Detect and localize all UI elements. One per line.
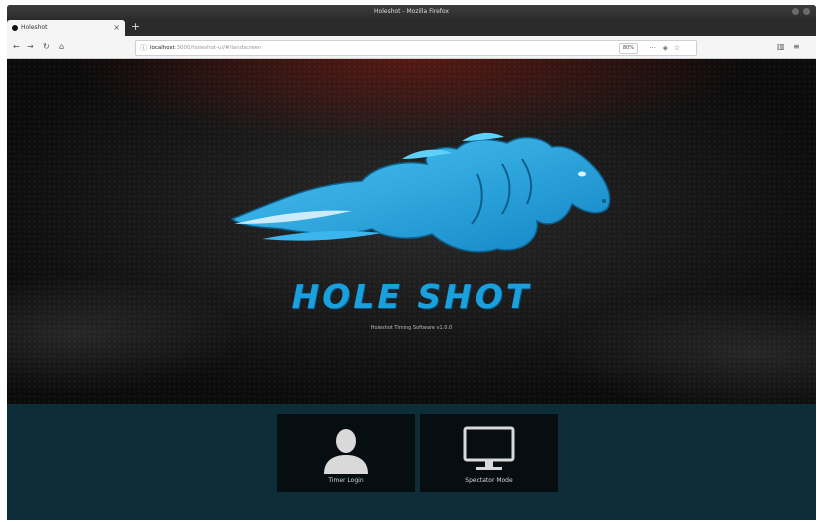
user-silhouette-icon: [324, 429, 368, 474]
site-info-icon[interactable]: ⓘ: [140, 41, 147, 55]
tab-title: Holeshot: [21, 24, 48, 31]
page-content: HOLE SHOT Holeshot Timing Software v1.0.…: [7, 59, 816, 520]
url-path: :3000/holeshot-ui/#/landscreen: [174, 45, 262, 51]
brand-title: HOLE SHOT: [291, 277, 532, 316]
spectator-mode-label: Spectator Mode: [465, 477, 513, 484]
tab-close-icon[interactable]: ×: [113, 20, 120, 36]
brand-subtitle: Holeshot Timing Software v1.0.0: [370, 325, 453, 331]
monitor-icon: [463, 426, 515, 470]
minimize-icon[interactable]: [792, 8, 799, 15]
reload-icon[interactable]: ↻: [43, 41, 50, 53]
timer-login-button[interactable]: Timer Login: [277, 414, 415, 492]
tab-holeshot[interactable]: Holeshot ×: [7, 20, 125, 36]
forward-icon[interactable]: →: [27, 41, 34, 53]
window-titlebar: Holeshot - Mozilla Firefox: [7, 5, 816, 18]
close-window-icon[interactable]: [803, 8, 810, 15]
spectator-mode-button[interactable]: Spectator Mode: [420, 414, 558, 492]
timer-login-label: Timer Login: [328, 477, 364, 484]
mode-selection-panel: Timer Login Spectator Mode: [7, 404, 816, 520]
url-bar[interactable]: ⓘ localhost:3000/holeshot-ui/#/landscree…: [135, 40, 697, 56]
browser-window: Holeshot - Mozilla Firefox Holeshot × + …: [7, 5, 816, 520]
navigation-bar: ← → ↻ ⌂ ⓘ localhost:3000/holeshot-ui/#/l…: [7, 36, 816, 59]
favicon-icon: [12, 25, 18, 31]
hero-banner: HOLE SHOT Holeshot Timing Software v1.0.…: [7, 59, 816, 404]
library-icon[interactable]: ▥: [777, 41, 785, 53]
page-actions-icon[interactable]: ···: [649, 41, 656, 55]
zoom-level-badge[interactable]: 80%: [618, 43, 638, 54]
bookmark-star-icon[interactable]: ☆: [674, 41, 680, 55]
window-title: Holeshot - Mozilla Firefox: [374, 8, 449, 15]
hamburger-menu-icon[interactable]: ≡: [793, 41, 800, 53]
home-icon[interactable]: ⌂: [59, 41, 64, 53]
url-host: localhost: [150, 45, 175, 51]
horse-logo-icon: [230, 132, 611, 253]
window-controls: [792, 8, 810, 15]
tab-bar: Holeshot × +: [7, 18, 816, 36]
new-tab-button[interactable]: +: [131, 20, 140, 34]
back-icon[interactable]: ←: [13, 41, 20, 53]
pocket-icon[interactable]: ◈: [663, 41, 668, 55]
